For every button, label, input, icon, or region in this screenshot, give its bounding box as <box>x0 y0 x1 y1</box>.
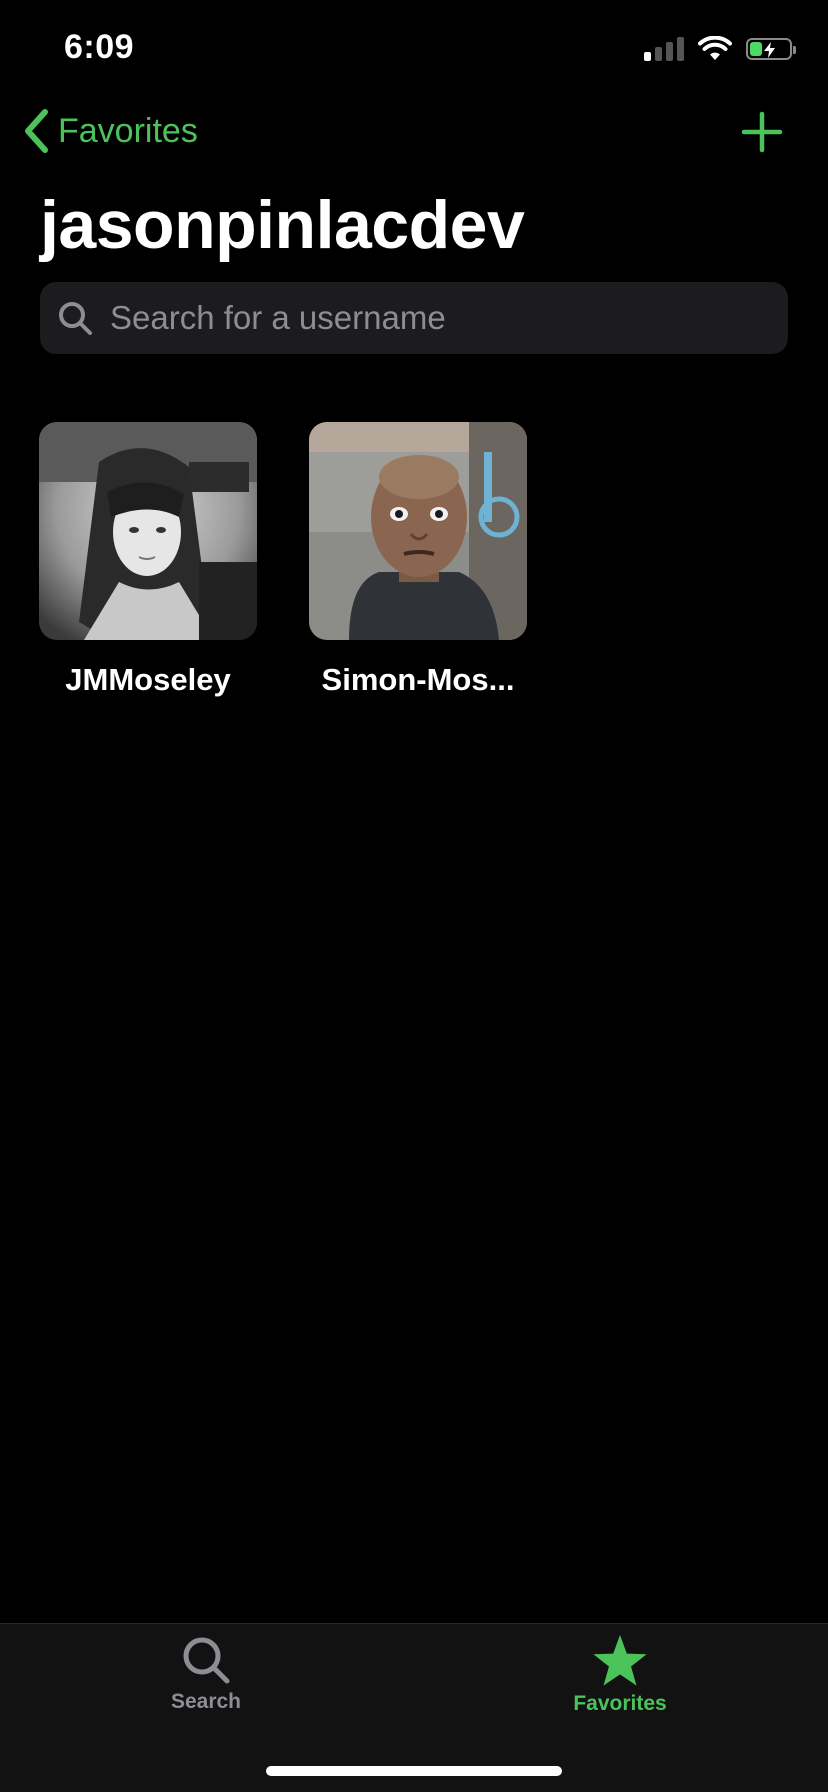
tab-bar: Search Favorites <box>0 1623 828 1792</box>
add-icon[interactable] <box>740 110 784 154</box>
back-button[interactable]: Favorites <box>22 108 198 154</box>
search-bar[interactable] <box>40 282 788 354</box>
page-title: jasonpinlacdev <box>40 187 525 263</box>
status-icons <box>644 36 796 62</box>
avatar <box>309 422 527 640</box>
battery-charging-icon <box>746 38 796 60</box>
status-bar: 6:09 <box>0 0 828 100</box>
home-indicator[interactable] <box>266 1766 562 1776</box>
magnifying-glass-icon <box>183 1637 230 1684</box>
status-time: 6:09 <box>64 28 135 66</box>
search-input[interactable] <box>108 298 732 338</box>
wifi-icon <box>698 36 732 60</box>
favorite-item[interactable]: JMMoseley <box>38 422 258 698</box>
tab-favorites[interactable]: Favorites <box>520 1634 720 1716</box>
cellular-signal-icon <box>644 37 684 61</box>
tab-search-label: Search <box>170 1690 242 1713</box>
avatar <box>39 422 257 640</box>
favorite-username: JMMoseley <box>65 662 231 697</box>
tab-favorites-label: Favorites <box>573 1692 667 1715</box>
favorite-item[interactable]: Simon-Mos... <box>308 422 528 698</box>
back-button-label: Favorites <box>58 111 198 150</box>
star-icon <box>593 1635 647 1686</box>
search-icon <box>59 302 92 335</box>
chevron-left-icon <box>25 109 48 153</box>
favorite-username: Simon-Mos... <box>321 662 515 697</box>
app-screen: 6:09 Favorites jasonpinlacdev Search for… <box>0 0 828 1792</box>
favorites-grid: JMMoseley Simon-Mos... <box>38 422 528 698</box>
tab-search[interactable]: Search <box>106 1634 306 1714</box>
